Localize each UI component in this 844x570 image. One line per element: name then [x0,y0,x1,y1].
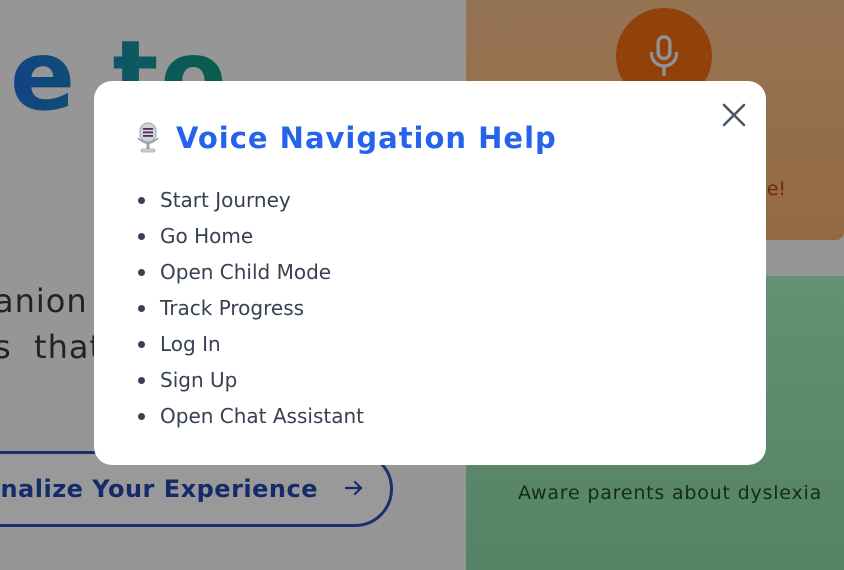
command-label: Open Chat Assistant [160,404,364,428]
list-item: Log In [138,326,364,362]
list-item: Go Home [138,218,364,254]
command-label: Sign Up [160,368,238,392]
bullet [138,196,145,204]
studio-microphone-icon [137,122,159,153]
bullet [138,376,145,384]
modal-title: Voice Navigation Help [176,121,557,155]
command-label: Log In [160,332,221,356]
bullet [138,340,145,348]
close-icon[interactable] [720,101,748,129]
voice-help-modal: Voice Navigation Help Start Journey Go H… [94,81,766,465]
command-label: Go Home [160,224,254,248]
list-item: Open Chat Assistant [138,398,364,434]
command-label: Start Journey [160,188,291,212]
command-label: Open Child Mode [160,260,332,284]
list-item: Sign Up [138,362,364,398]
list-item: Track Progress [138,290,364,326]
list-item: Open Child Mode [138,254,364,290]
voice-command-list: Start Journey Go Home Open Child Mode Tr… [138,182,364,434]
bullet [138,304,145,312]
modal-header: Voice Navigation Help [136,121,557,155]
bullet [138,268,145,276]
list-item: Start Journey [138,182,364,218]
command-label: Track Progress [160,296,305,320]
bullet [138,412,145,420]
bullet [138,232,145,240]
